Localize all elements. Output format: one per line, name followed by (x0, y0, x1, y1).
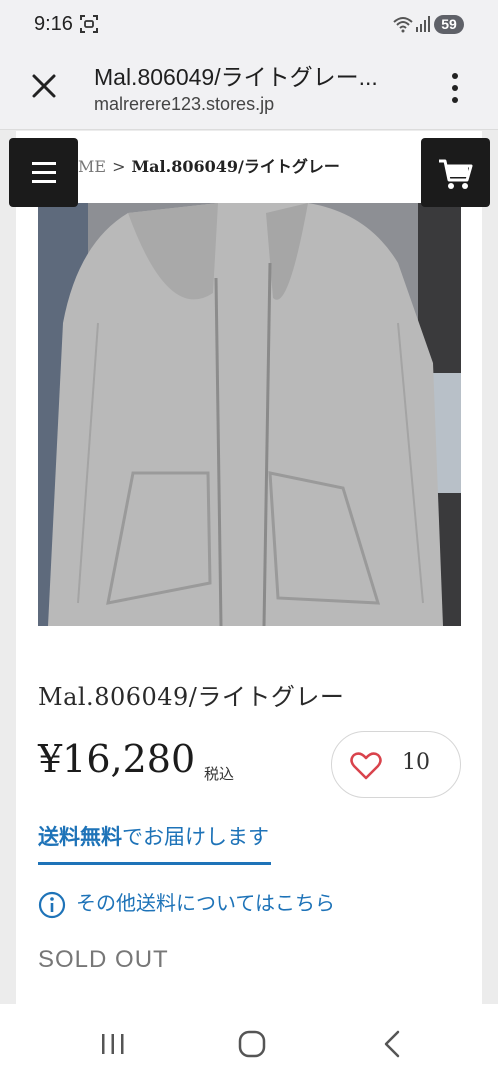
status-bar: 9:16 59 (0, 0, 498, 48)
breadcrumb-separator: > (112, 157, 126, 176)
recent-apps-icon[interactable] (100, 1032, 126, 1056)
hamburger-menu-button[interactable] (9, 138, 78, 207)
product-name: Mal.806049/ライトグレー (38, 683, 345, 711)
heart-icon (350, 752, 382, 780)
page-url: malrerere123.stores.jp (94, 94, 275, 114)
shipping-info-text: その他送料についてはこちら (76, 891, 335, 915)
cart-button[interactable] (421, 138, 490, 207)
sold-out-status: SOLD OUT (38, 946, 169, 973)
product-photo (38, 203, 461, 626)
system-nav-bar (0, 1004, 498, 1080)
cart-icon (439, 159, 473, 189)
wifi-icon (393, 17, 413, 33)
product-image[interactable] (38, 203, 461, 626)
hamburger-icon (32, 162, 56, 183)
favorite-button[interactable]: 10 (331, 731, 461, 798)
page-title: Mal.806049/ライトグレー... (94, 64, 378, 90)
browser-toolbar: Mal.806049/ライトグレー... malrerere123.stores… (0, 48, 498, 130)
close-icon[interactable] (30, 72, 58, 100)
info-icon (38, 891, 66, 918)
product-page: ME > Mal.806049/ライトグレー Mal.806049/ライトグレー ¥… (16, 131, 482, 1004)
battery-indicator: 59 (434, 15, 464, 34)
free-shipping-label: 送料無料 (38, 824, 122, 849)
product-price: ¥16,280 (38, 737, 196, 781)
breadcrumb-current: Mal.806049/ライトグレー (131, 157, 340, 176)
home-icon[interactable] (238, 1030, 266, 1058)
signal-icon (416, 16, 430, 32)
breadcrumb-home[interactable]: ME (78, 157, 106, 176)
favorite-count: 10 (402, 750, 430, 775)
back-icon[interactable] (380, 1030, 404, 1058)
tax-label: 税込 (204, 765, 235, 783)
free-shipping-banner: 送料無料でお届けします (38, 821, 271, 865)
screenshot-icon (80, 15, 98, 33)
shipping-info-link[interactable]: その他送料についてはこちら (38, 887, 335, 919)
status-time: 9:16 (34, 13, 73, 35)
free-shipping-text: でお届けします (122, 825, 269, 849)
more-vert-icon[interactable] (446, 70, 464, 106)
breadcrumb: ME > Mal.806049/ライトグレー (78, 153, 340, 177)
